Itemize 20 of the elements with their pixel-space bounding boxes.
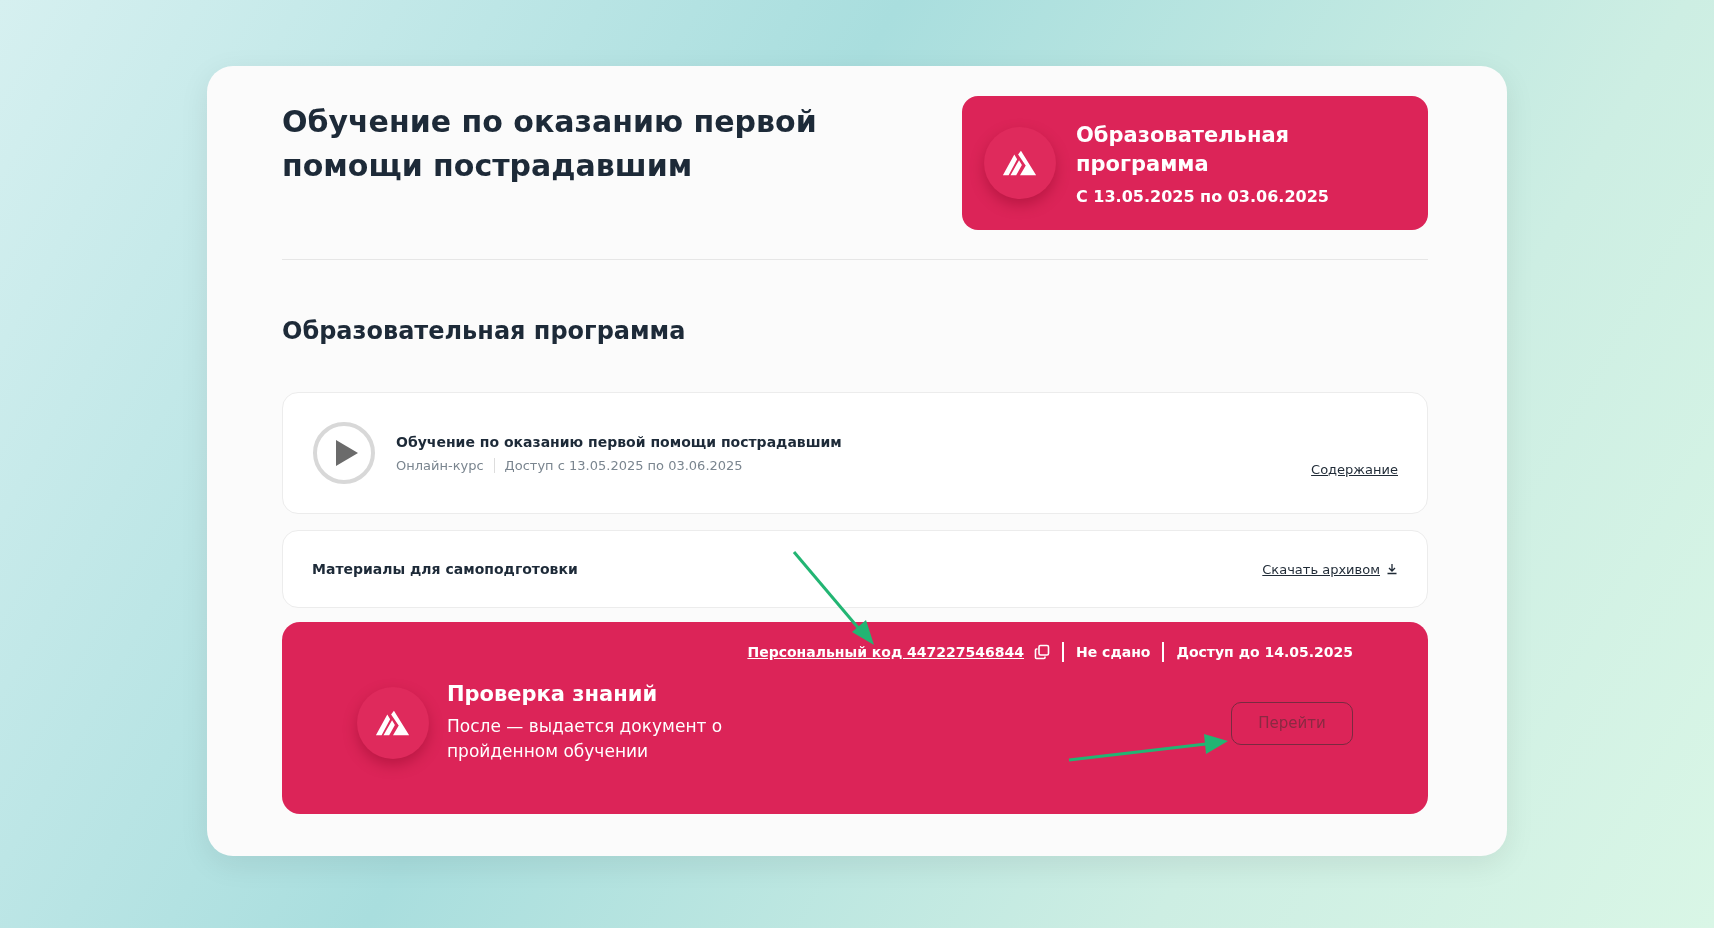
course-title: Обучение по оказанию первой помощи пострадавшим (396, 433, 843, 450)
logo-icon (984, 127, 1056, 199)
play-icon[interactable] (312, 421, 376, 485)
banner-dates: С 13.05.2025 по 03.06.2025 (1076, 186, 1330, 206)
logo-icon (357, 687, 429, 759)
banner-title: Образовательная программа (1076, 121, 1291, 178)
download-icon (1386, 563, 1398, 575)
materials-title: Материалы для самоподготовки (312, 561, 578, 577)
page-title: Обучение по оказанию первой помощи пострадавшим (282, 103, 818, 185)
personal-code-link[interactable]: Персональный код 447227546844 (747, 644, 1024, 660)
test-description: После — выдается документ о пройденном обучении (447, 715, 724, 763)
test-status: Не сдано (1076, 644, 1151, 660)
test-title: Проверка знаний (447, 682, 659, 706)
contents-link[interactable]: Содержание (1311, 462, 1398, 477)
download-archive-link[interactable]: Скачать архивом (1262, 561, 1398, 577)
copy-icon[interactable] (1034, 644, 1050, 660)
test-access: Доступ до 14.05.2025 (1176, 644, 1353, 660)
course-access: Доступ с 13.05.2025 по 03.06.2025 (504, 457, 743, 473)
course-type: Онлайн-курс (396, 457, 484, 473)
section-title: Образовательная программа (282, 317, 687, 345)
